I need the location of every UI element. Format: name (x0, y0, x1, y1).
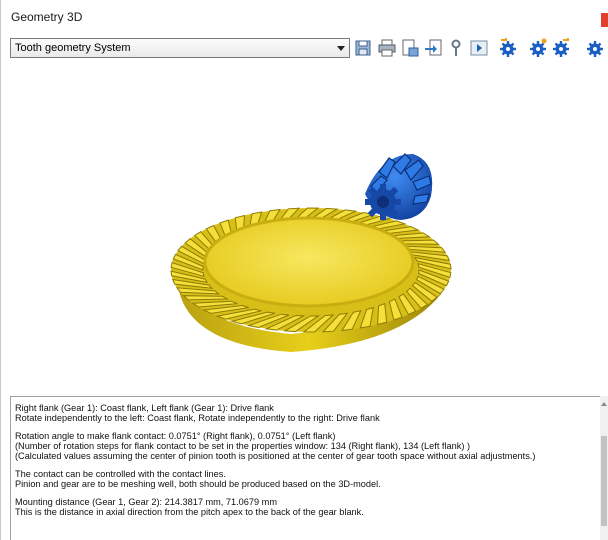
play-icon[interactable] (469, 38, 489, 58)
window-title: Geometry 3D (11, 10, 83, 24)
info-line: This is the distance in axial direction … (15, 507, 364, 517)
gear-rotate-right-icon[interactable] (551, 38, 571, 58)
info-line: (Number of rotation steps for flank cont… (15, 441, 471, 451)
ring-gear (170, 207, 452, 352)
save-icon[interactable] (353, 38, 373, 58)
close-button[interactable] (601, 13, 608, 27)
info-line: Right flank (Gear 1): Coast flank, Left … (15, 403, 274, 413)
info-text: Right flank (Gear 1): Coast flank, Left … (15, 403, 599, 517)
info-line: Pinion and gear are to be meshing well, … (15, 479, 381, 489)
toolbar: Tooth geometry System (1, 36, 608, 62)
scroll-thumb[interactable] (601, 436, 607, 526)
gear-tooth (182, 295, 230, 301)
info-line: Rotate independently to the left: Coast … (15, 413, 380, 423)
3d-viewport[interactable] (1, 62, 608, 390)
view-select-value: Tooth geometry System (15, 42, 131, 54)
pinion-gear (365, 153, 433, 220)
gear-icon[interactable] (528, 38, 548, 58)
info-line: Rotation angle to make flank contact: 0.… (15, 431, 336, 441)
title-bar: Geometry 3D (1, 0, 608, 37)
geometry-3d-window: Geometry 3D Tooth geometry System Right … (0, 0, 608, 540)
gear-tooth (377, 302, 388, 326)
print-icon[interactable] (377, 38, 397, 58)
chevron-down-icon (337, 46, 345, 51)
gear-pair-icon[interactable] (585, 38, 605, 58)
settings-icon[interactable] (446, 38, 466, 58)
export-icon[interactable] (400, 38, 420, 58)
import-icon[interactable] (423, 38, 443, 58)
info-line: The contact can be controlled with the c… (15, 469, 226, 479)
info-line: (Calculated values assuming the center o… (15, 451, 536, 461)
view-select[interactable]: Tooth geometry System (10, 38, 350, 58)
pinion-front-face (365, 184, 401, 220)
gear-model[interactable] (1, 62, 608, 390)
info-line: Mounting distance (Gear 1, Gear 2): 214.… (15, 497, 277, 507)
scroll-up-arrow-icon[interactable] (601, 402, 607, 406)
info-scrollbar[interactable] (600, 396, 608, 540)
info-panel: Right flank (Gear 1): Coast flank, Left … (10, 396, 608, 540)
gear-rotate-left-icon[interactable] (498, 38, 518, 58)
